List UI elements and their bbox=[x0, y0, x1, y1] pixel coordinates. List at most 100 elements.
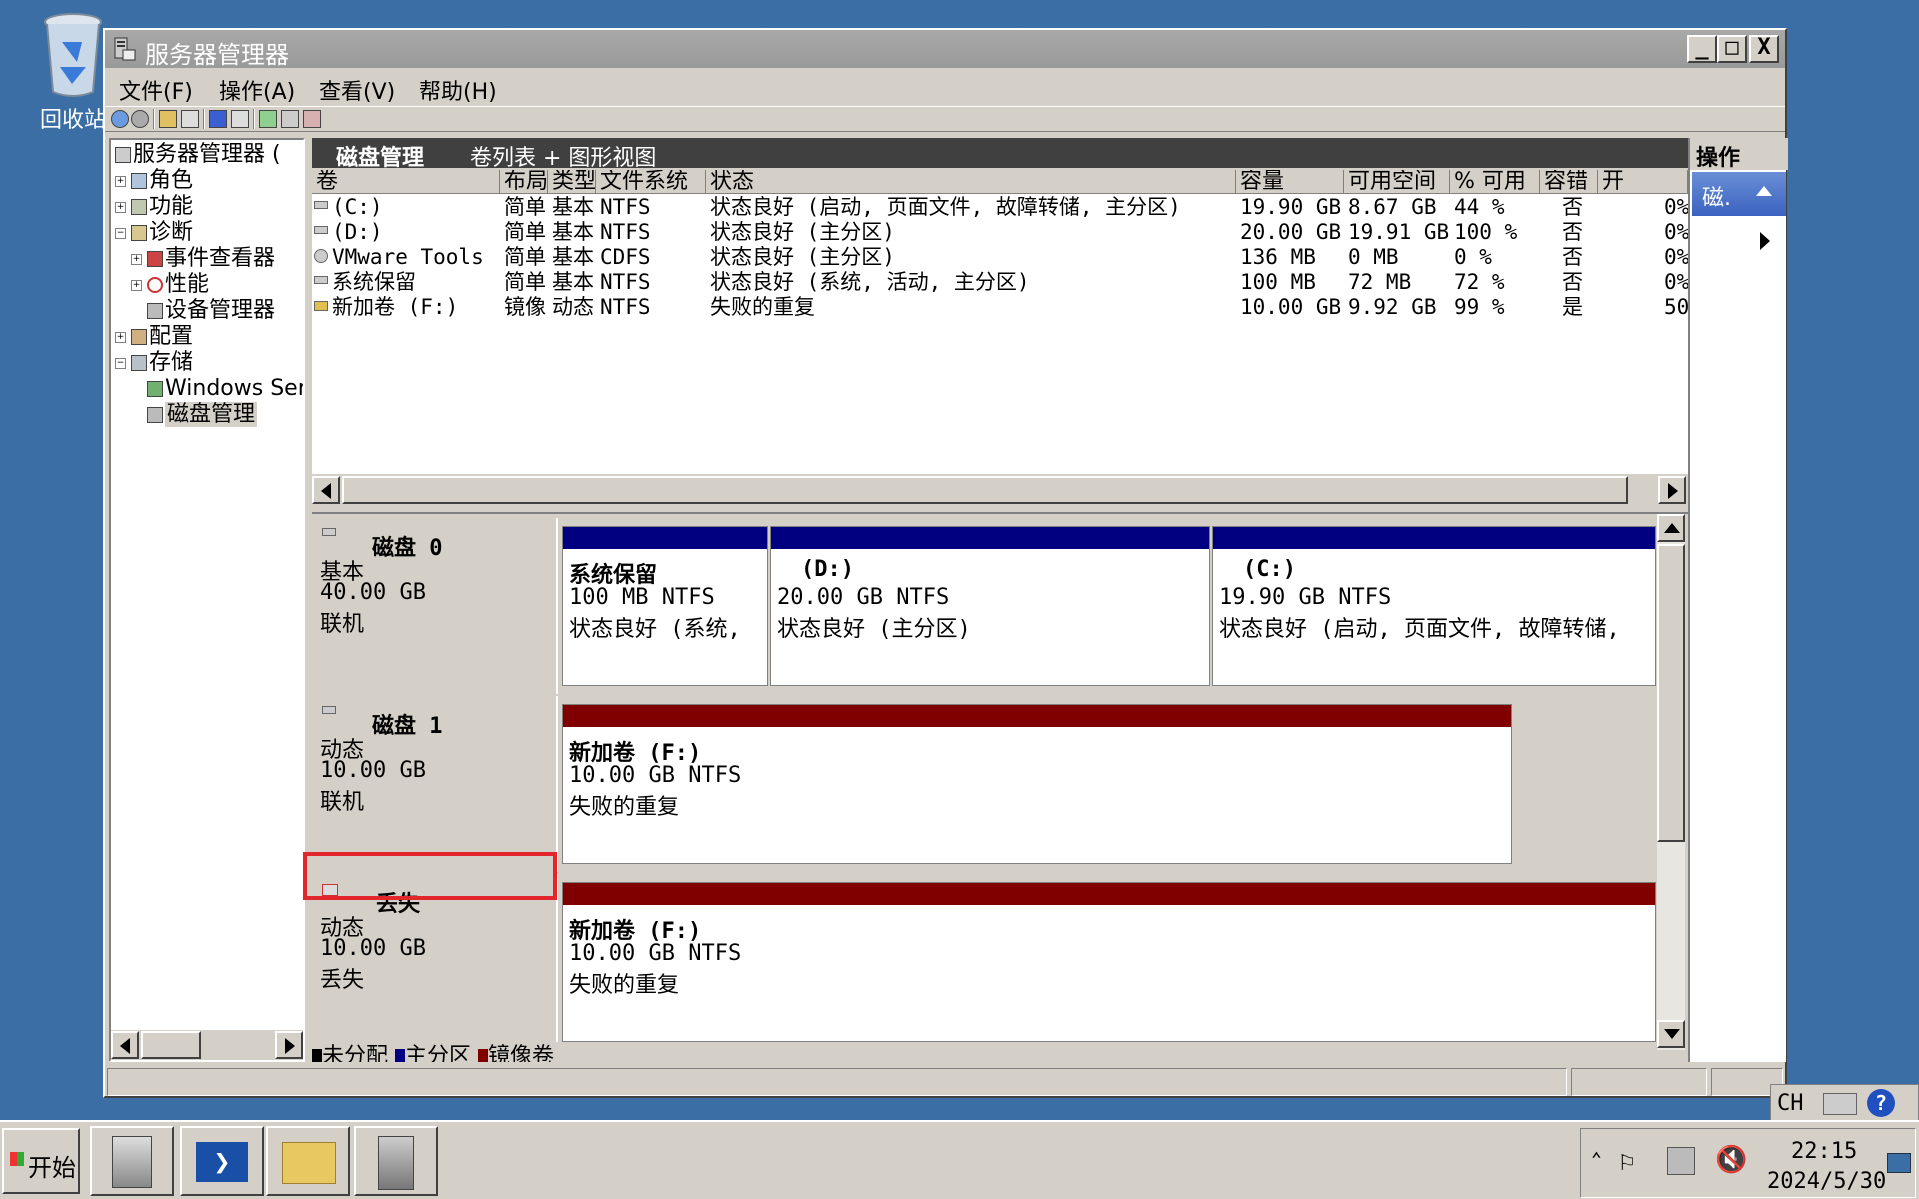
column-header-layout[interactable]: 布局 bbox=[500, 170, 548, 194]
scroll-left-button[interactable] bbox=[111, 1031, 139, 1059]
volume-f-missing[interactable]: 新加卷 (F:) 10.00 GB NTFS 失败的重复 bbox=[562, 882, 1656, 1042]
title-bar[interactable]: 服务器管理器 _ □ X bbox=[105, 30, 1785, 69]
scroll-right-button[interactable] bbox=[275, 1031, 303, 1059]
status-pane bbox=[1571, 1068, 1707, 1096]
collapse-minus-icon[interactable]: − bbox=[115, 228, 126, 239]
close-button[interactable]: X bbox=[1749, 35, 1779, 63]
volume-muted-icon[interactable]: 🔇 bbox=[1715, 1145, 1747, 1175]
disk-1-label[interactable]: 磁盘 1 动态 10.00 GB 联机 bbox=[312, 696, 558, 872]
menu-file[interactable]: 文件(F) bbox=[119, 74, 193, 106]
taskbar-explorer[interactable] bbox=[266, 1126, 350, 1196]
scroll-down-button[interactable] bbox=[1657, 1020, 1685, 1048]
tree-item-windows-server-backup[interactable]: Windows Ser bbox=[131, 376, 303, 402]
network-icon[interactable] bbox=[1667, 1147, 1695, 1175]
export-icon[interactable] bbox=[303, 110, 321, 128]
tree-item-performance[interactable]: + 性能 bbox=[131, 272, 209, 298]
roles-icon bbox=[131, 173, 147, 189]
table-row[interactable]: 新加卷 (F:) 镜像 动态 NTFS 失败的重复 10.00 GB 9.92 … bbox=[312, 295, 1688, 320]
collapse-up-icon[interactable] bbox=[1756, 186, 1772, 196]
scroll-thumb[interactable] bbox=[1657, 544, 1685, 842]
language-bar[interactable]: CH ? bbox=[1770, 1084, 1919, 1122]
expand-plus-icon[interactable]: + bbox=[131, 280, 142, 291]
clock-date[interactable]: 2024/5/30 bbox=[1767, 1169, 1886, 1194]
collapse-minus-icon[interactable]: − bbox=[115, 358, 126, 369]
tree-item-diagnostics[interactable]: − 诊断 bbox=[115, 220, 193, 246]
tree-item-server-manager[interactable]: 服务器管理器 ( bbox=[115, 142, 281, 168]
tree-item-configuration[interactable]: + 配置 bbox=[115, 324, 193, 350]
disk-management-icon bbox=[147, 407, 163, 423]
expand-plus-icon[interactable]: + bbox=[115, 202, 126, 213]
scroll-thumb[interactable] bbox=[342, 476, 1628, 504]
back-arrow-icon[interactable] bbox=[111, 110, 129, 128]
mirror-swatch bbox=[478, 1049, 489, 1062]
column-header-free-space[interactable]: 可用空间 bbox=[1344, 170, 1450, 194]
flag-icon[interactable]: ⚐ bbox=[1619, 1147, 1649, 1177]
scroll-thumb[interactable] bbox=[141, 1031, 201, 1059]
show-hidden-icons[interactable]: ⌃ bbox=[1591, 1149, 1602, 1170]
start-button[interactable]: 开始 bbox=[2, 1128, 80, 1194]
volume-c[interactable]: (C:) 19.90 GB NTFS 状态良好 (启动, 页面文件, 故障转储, bbox=[1212, 526, 1656, 686]
more-actions-arrow-icon[interactable] bbox=[1760, 232, 1770, 250]
list-horizontal-scrollbar[interactable] bbox=[312, 474, 1688, 506]
up-folder-icon[interactable] bbox=[159, 110, 177, 128]
expand-plus-icon[interactable]: + bbox=[115, 176, 126, 187]
taskbar-powershell[interactable]: ❯ bbox=[180, 1126, 264, 1196]
language-indicator[interactable]: CH bbox=[1777, 1091, 1804, 1116]
table-row[interactable]: 系统保留 简单 基本 NTFS 状态良好 (系统, 活动, 主分区) 100 M… bbox=[312, 270, 1688, 295]
table-row[interactable]: VMware Tools (E:) 简单 基本 CDFS 状态良好 (主分区) … bbox=[312, 245, 1688, 270]
column-header-filesystem[interactable]: 文件系统 bbox=[596, 170, 706, 194]
volume-icon bbox=[314, 226, 328, 234]
table-row[interactable]: (C:) 简单 基本 NTFS 状态良好 (启动, 页面文件, 故障转储, 主分… bbox=[312, 195, 1688, 220]
column-header-volume[interactable]: 卷 bbox=[312, 170, 500, 194]
column-header-status[interactable]: 状态 bbox=[706, 170, 1236, 194]
scroll-right-button[interactable] bbox=[1658, 476, 1686, 504]
actions-header: 操作 bbox=[1690, 138, 1788, 171]
volume-system-reserved[interactable]: 系统保留 100 MB NTFS 状态良好 (系统, bbox=[562, 526, 768, 686]
tree-item-event-viewer[interactable]: + 事件查看器 bbox=[131, 246, 275, 272]
column-header-capacity[interactable]: 容量 bbox=[1236, 170, 1344, 194]
forward-arrow-icon[interactable] bbox=[131, 110, 149, 128]
volume-f-disk1[interactable]: 新加卷 (F:) 10.00 GB NTFS 失败的重复 bbox=[562, 704, 1512, 864]
expand-plus-icon[interactable]: + bbox=[131, 254, 142, 265]
column-header-type[interactable]: 类型 bbox=[548, 170, 596, 194]
keyboard-icon[interactable] bbox=[1823, 1093, 1857, 1115]
view-mode[interactable]: 卷列表 + 图形视图 bbox=[470, 140, 656, 172]
taskbar-server-tools[interactable] bbox=[354, 1126, 438, 1196]
refresh-icon[interactable] bbox=[259, 110, 277, 128]
help-icon[interactable] bbox=[209, 110, 227, 128]
show-hide-tree-icon[interactable] bbox=[181, 110, 199, 128]
tree-item-roles[interactable]: + 角色 bbox=[115, 168, 193, 194]
actions-disk-management[interactable]: 磁. bbox=[1692, 172, 1786, 216]
tree-item-disk-management[interactable]: 磁盘管理 bbox=[131, 402, 258, 428]
scroll-left-button[interactable] bbox=[312, 476, 340, 504]
menu-view[interactable]: 查看(V) bbox=[319, 74, 395, 106]
server-tools-icon bbox=[378, 1136, 414, 1190]
disk-0-label[interactable]: 磁盘 0 基本 40.00 GB 联机 bbox=[312, 518, 558, 694]
tree-horizontal-scrollbar[interactable] bbox=[111, 1030, 303, 1060]
minimize-button[interactable]: _ bbox=[1687, 35, 1717, 63]
volume-d[interactable]: (D:) 20.00 GB NTFS 状态良好 (主分区) bbox=[770, 526, 1210, 686]
column-header-percent-free[interactable]: % 可用 bbox=[1450, 170, 1540, 194]
help-icon[interactable]: ? bbox=[1867, 1089, 1895, 1117]
mirror-volume-bar bbox=[563, 705, 1511, 727]
windows-logo-icon bbox=[10, 1152, 24, 1166]
column-header-fault-tolerance[interactable]: 容错 bbox=[1540, 170, 1598, 194]
menu-bar: 文件(F) 操作(A) 查看(V) 帮助(H) bbox=[105, 70, 1785, 106]
maximize-button[interactable]: □ bbox=[1717, 35, 1747, 63]
clock-time[interactable]: 22:15 bbox=[1791, 1139, 1857, 1164]
table-row[interactable]: (D:) 简单 基本 NTFS 状态良好 (主分区) 20.00 GB 19.9… bbox=[312, 220, 1688, 245]
menu-help[interactable]: 帮助(H) bbox=[419, 74, 497, 106]
properties-icon[interactable] bbox=[231, 110, 249, 128]
menu-action[interactable]: 操作(A) bbox=[219, 74, 295, 106]
column-header-overhead[interactable]: 开 bbox=[1598, 170, 1688, 194]
scroll-up-button[interactable] bbox=[1657, 514, 1685, 542]
tree-item-storage[interactable]: − 存储 bbox=[115, 350, 193, 376]
volume-list: 卷 布局 类型 文件系统 状态 容量 可用空间 % 可用 容错 开 (C:) 简… bbox=[312, 170, 1688, 502]
taskbar-server-manager[interactable] bbox=[90, 1126, 174, 1196]
tree-item-device-manager[interactable]: 设备管理器 bbox=[131, 298, 275, 324]
expand-plus-icon[interactable]: + bbox=[115, 332, 126, 343]
tree-item-features[interactable]: + 功能 bbox=[115, 194, 193, 220]
graphical-vertical-scrollbar[interactable] bbox=[1657, 514, 1685, 1050]
settings-icon[interactable] bbox=[281, 110, 299, 128]
show-desktop-icon[interactable] bbox=[1887, 1153, 1911, 1173]
